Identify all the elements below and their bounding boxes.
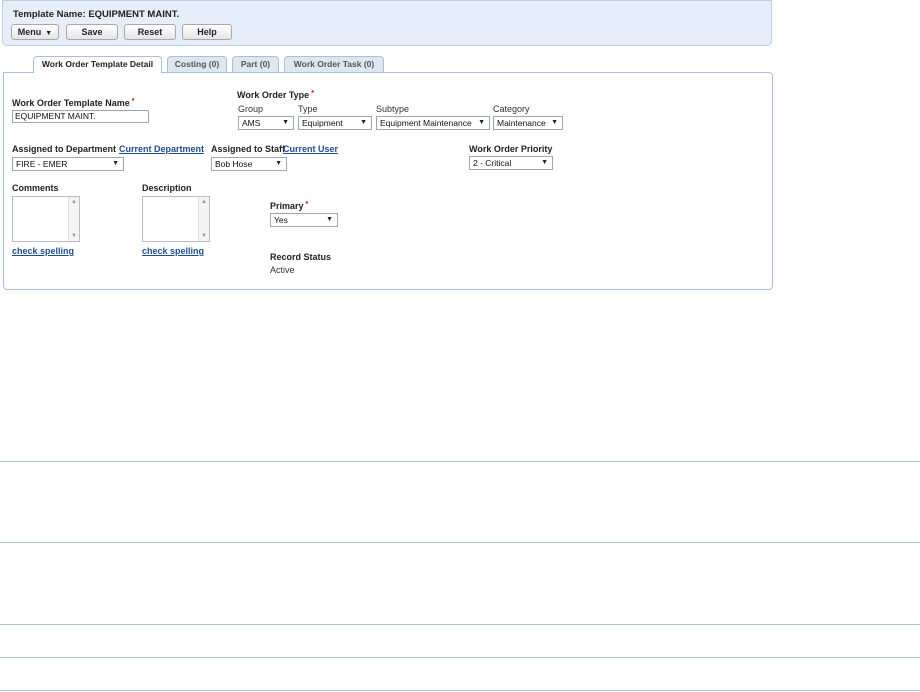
description-label: Description bbox=[142, 183, 192, 193]
chevron-down-icon: ▼ bbox=[551, 119, 558, 126]
primary-label-text: Primary bbox=[270, 201, 304, 211]
menu-button[interactable]: Menu ▼ bbox=[11, 24, 59, 40]
primary-label: Primary * bbox=[270, 201, 308, 211]
help-button[interactable]: Help bbox=[182, 24, 232, 40]
template-header: Template Name: EQUIPMENT MAINT. Menu ▼ Sa… bbox=[2, 0, 772, 46]
section-divider bbox=[0, 461, 920, 462]
current-department-link[interactable]: Current Department bbox=[119, 144, 204, 154]
section-divider bbox=[0, 690, 920, 691]
description-textarea[interactable]: ▲ ▼ bbox=[142, 196, 210, 242]
template-title: Template Name: EQUIPMENT MAINT. bbox=[13, 9, 180, 20]
primary-select[interactable]: Yes ▼ bbox=[270, 213, 338, 227]
chevron-down-icon: ▼ bbox=[541, 159, 548, 166]
menu-caret-icon: ▼ bbox=[45, 30, 53, 37]
scroll-up-icon[interactable]: ▲ bbox=[201, 199, 207, 205]
chevron-down-icon: ▼ bbox=[282, 119, 289, 126]
tab-costing[interactable]: Costing (0) bbox=[167, 56, 227, 72]
scroll-up-icon[interactable]: ▲ bbox=[71, 199, 77, 205]
category-select-value: Maintenance bbox=[497, 118, 546, 128]
menu-button-label: Menu bbox=[17, 27, 42, 37]
reset-button[interactable]: Reset bbox=[124, 24, 176, 40]
work-order-type-label-text: Work Order Type bbox=[237, 90, 310, 100]
priority-label: Work Order Priority bbox=[469, 144, 553, 154]
group-select[interactable]: AMS ▼ bbox=[238, 116, 294, 130]
record-status-value: Active bbox=[270, 265, 295, 275]
chevron-down-icon: ▼ bbox=[275, 160, 282, 167]
group-select-value: AMS bbox=[242, 118, 261, 128]
record-status-label: Record Status bbox=[270, 252, 332, 262]
staff-select[interactable]: Bob Hose ▼ bbox=[211, 157, 287, 171]
subtype-select[interactable]: Equipment Maintenance ▼ bbox=[376, 116, 490, 130]
chevron-down-icon: ▼ bbox=[112, 160, 119, 167]
section-divider bbox=[0, 542, 920, 543]
priority-select-value: 2 - Critical bbox=[473, 158, 512, 168]
comments-label: Comments bbox=[12, 183, 59, 193]
template-name-label-text: Work Order Template Name bbox=[12, 98, 130, 108]
section-divider bbox=[0, 657, 920, 658]
chevron-down-icon: ▼ bbox=[478, 119, 485, 126]
type-label: Type bbox=[298, 104, 318, 114]
department-select-value: FIRE - EMER bbox=[16, 159, 68, 169]
tab-part[interactable]: Part (0) bbox=[232, 56, 279, 72]
required-marker: * bbox=[305, 201, 309, 208]
scroll-down-icon[interactable]: ▼ bbox=[71, 233, 77, 239]
save-button[interactable]: Save bbox=[66, 24, 118, 40]
required-marker: * bbox=[131, 98, 135, 105]
subtype-label: Subtype bbox=[376, 104, 410, 114]
group-label: Group bbox=[238, 104, 264, 114]
scroll-down-icon[interactable]: ▼ bbox=[201, 233, 207, 239]
template-name-input[interactable]: EQUIPMENT MAINT. bbox=[12, 110, 149, 123]
primary-select-value: Yes bbox=[274, 215, 288, 225]
subtype-select-value: Equipment Maintenance bbox=[380, 118, 472, 128]
chevron-down-icon: ▼ bbox=[360, 119, 367, 126]
required-marker: * bbox=[311, 90, 314, 97]
description-check-spelling-link[interactable]: check spelling bbox=[142, 246, 204, 256]
category-select[interactable]: Maintenance ▼ bbox=[493, 116, 563, 130]
tab-work-order-task[interactable]: Work Order Task (0) bbox=[284, 56, 384, 72]
staff-label: Assigned to Staff bbox=[211, 144, 286, 154]
work-order-type-label: Work Order Type * bbox=[237, 90, 314, 100]
department-select[interactable]: FIRE - EMER ▼ bbox=[12, 157, 124, 171]
type-select[interactable]: Equipment ▼ bbox=[298, 116, 372, 130]
category-label: Category bbox=[493, 104, 530, 114]
type-select-value: Equipment bbox=[302, 118, 343, 128]
template-name-label: Work Order Template Name * bbox=[12, 98, 134, 108]
comments-check-spelling-link[interactable]: check spelling bbox=[12, 246, 74, 256]
section-divider bbox=[0, 624, 920, 625]
department-label: Assigned to Department bbox=[12, 144, 117, 154]
detail-panel: Work Order Template Name * EQUIPMENT MAIN… bbox=[3, 72, 773, 290]
chevron-down-icon: ▼ bbox=[326, 216, 333, 223]
comments-textarea[interactable]: ▲ ▼ bbox=[12, 196, 80, 242]
priority-select[interactable]: 2 - Critical ▼ bbox=[469, 156, 553, 170]
staff-select-value: Bob Hose bbox=[215, 159, 253, 169]
tab-work-order-template-detail[interactable]: Work Order Template Detail bbox=[33, 56, 162, 73]
current-user-link[interactable]: Current User bbox=[283, 144, 338, 154]
